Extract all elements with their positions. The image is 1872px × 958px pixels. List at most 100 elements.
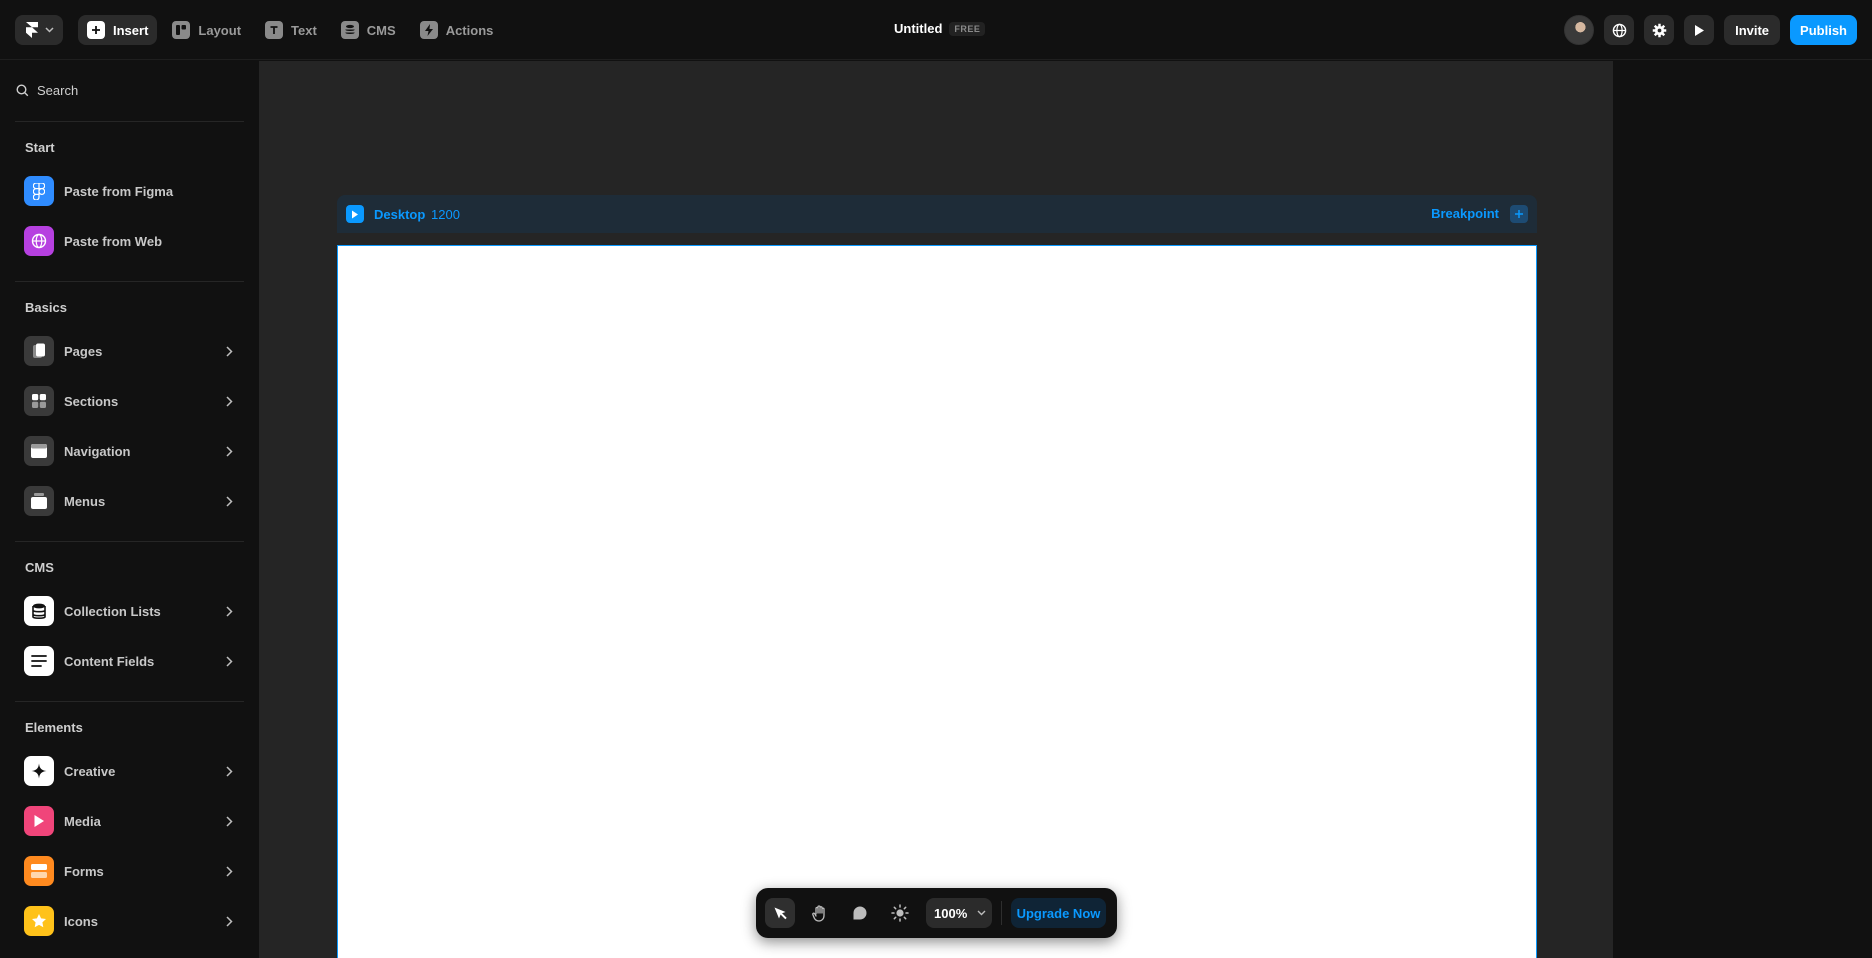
section-title-basics: Basics: [25, 300, 67, 315]
search-icon: [16, 84, 29, 97]
pages-item[interactable]: Pages: [24, 335, 236, 367]
navigation-item[interactable]: Navigation: [24, 435, 236, 467]
divider: [15, 701, 244, 702]
top-bar: Insert Layout Text CMS Actions Untitled …: [0, 0, 1872, 60]
content-fields-label: Content Fields: [64, 653, 155, 669]
paste-from-web-label: Paste from Web: [64, 233, 163, 249]
chevron-right-icon: [222, 494, 236, 508]
comment-tool-button[interactable]: [845, 898, 875, 928]
menus-item[interactable]: Menus: [24, 485, 236, 517]
actions-tab-label: Actions: [445, 22, 494, 38]
play-icon: [24, 806, 54, 836]
icons-label: Icons: [64, 913, 98, 929]
desktop-frame[interactable]: [337, 245, 1537, 958]
database-icon: [340, 21, 359, 39]
creative-label: Creative: [64, 763, 116, 779]
insert-tab-label: Insert: [113, 22, 149, 38]
menus-icon: [24, 486, 54, 516]
chevron-right-icon: [222, 444, 236, 458]
layout-tab[interactable]: Layout: [163, 15, 250, 45]
hand-tool-button[interactable]: [805, 898, 835, 928]
play-icon: [1695, 24, 1705, 36]
sparkle-icon: [24, 756, 54, 786]
sections-item[interactable]: Sections: [24, 385, 236, 417]
icons-item[interactable]: Icons: [24, 905, 236, 937]
cms-tab-label: CMS: [366, 22, 396, 38]
settings-button[interactable]: [1644, 15, 1675, 45]
divider: [15, 281, 244, 282]
paste-from-figma-label: Paste from Figma: [64, 183, 174, 199]
forms-item[interactable]: Forms: [24, 855, 236, 887]
text-lines-icon: [24, 646, 54, 676]
page-icon: [24, 336, 54, 366]
chevron-right-icon: [222, 914, 236, 928]
avatar[interactable]: [1564, 15, 1595, 45]
chevron-down-icon: [44, 27, 54, 33]
chevron-right-icon: [222, 604, 236, 618]
play-icon: [352, 210, 358, 218]
chevron-right-icon: [222, 764, 236, 778]
document-title[interactable]: Untitled FREE: [894, 21, 986, 36]
database-icon: [24, 596, 54, 626]
sections-icon: [24, 386, 54, 416]
chevron-right-icon: [222, 864, 236, 878]
form-icon: [24, 856, 54, 886]
theme-sun-icon: [891, 904, 909, 922]
collection-lists-label: Collection Lists: [64, 603, 161, 619]
plan-badge: FREE: [949, 21, 986, 36]
add-breakpoint-label[interactable]: Breakpoint: [1431, 206, 1499, 221]
menus-label: Menus: [64, 493, 106, 509]
media-label: Media: [64, 813, 101, 829]
gear-icon: [1652, 23, 1666, 37]
canvas[interactable]: Desktop 1200 Breakpoint: [259, 61, 1613, 958]
top-navigation: Insert Layout Text CMS Actions: [78, 15, 502, 45]
actions-tab[interactable]: Actions: [411, 15, 503, 45]
preview-button[interactable]: [1684, 15, 1715, 45]
lightning-icon: [419, 21, 438, 39]
breakpoint-bar: Desktop 1200 Breakpoint: [337, 195, 1537, 233]
select-tool-button[interactable]: [765, 898, 795, 928]
section-title-elements: Elements: [25, 720, 83, 735]
document-name: Untitled: [894, 21, 943, 36]
media-item[interactable]: Media: [24, 805, 236, 837]
upgrade-now-button[interactable]: Upgrade Now: [1011, 898, 1106, 928]
zoom-level: 100%: [934, 905, 968, 921]
forms-label: Forms: [64, 863, 104, 879]
cms-tab[interactable]: CMS: [332, 15, 405, 45]
insert-panel: Search Start Paste from Figma Paste from…: [0, 61, 259, 958]
invite-button[interactable]: Invite: [1724, 15, 1781, 45]
preview-breakpoint-button[interactable]: [346, 205, 364, 223]
breakpoint-name[interactable]: Desktop: [374, 207, 425, 222]
chevron-right-icon: [222, 344, 236, 358]
paste-from-figma-item[interactable]: Paste from Figma: [24, 175, 236, 207]
divider: [15, 541, 244, 542]
text-tab-label: Text: [291, 22, 317, 38]
chevron-right-icon: [222, 394, 236, 408]
hand-icon: [812, 904, 825, 922]
sections-label: Sections: [64, 393, 119, 409]
add-breakpoint-button[interactable]: [1510, 205, 1528, 223]
zoom-select[interactable]: 100%: [926, 898, 992, 928]
section-title-start: Start: [25, 140, 55, 155]
section-title-cms: CMS: [25, 560, 54, 575]
framer-menu-button[interactable]: [15, 15, 63, 45]
select-arrow-icon: [774, 907, 787, 919]
creative-item[interactable]: Creative: [24, 755, 236, 787]
content-fields-item[interactable]: Content Fields: [24, 645, 236, 677]
globe-icon: [1612, 23, 1626, 37]
search-input[interactable]: Search: [16, 83, 78, 98]
layout-icon: [172, 21, 191, 39]
site-settings-button[interactable]: [1604, 15, 1635, 45]
publish-button[interactable]: Publish: [1790, 15, 1857, 45]
paste-from-web-item[interactable]: Paste from Web: [24, 225, 236, 257]
top-right-controls: Invite Publish: [1564, 15, 1857, 45]
collection-lists-item[interactable]: Collection Lists: [24, 595, 236, 627]
text-tab[interactable]: Text: [256, 15, 326, 45]
chevron-down-icon: [977, 910, 986, 916]
search-placeholder: Search: [37, 83, 79, 98]
chevron-right-icon: [222, 814, 236, 828]
theme-toggle-button[interactable]: [885, 898, 915, 928]
insert-tab[interactable]: Insert: [78, 15, 158, 45]
navigation-icon: [24, 436, 54, 466]
bottom-toolbar: 100% Upgrade Now: [756, 888, 1117, 938]
